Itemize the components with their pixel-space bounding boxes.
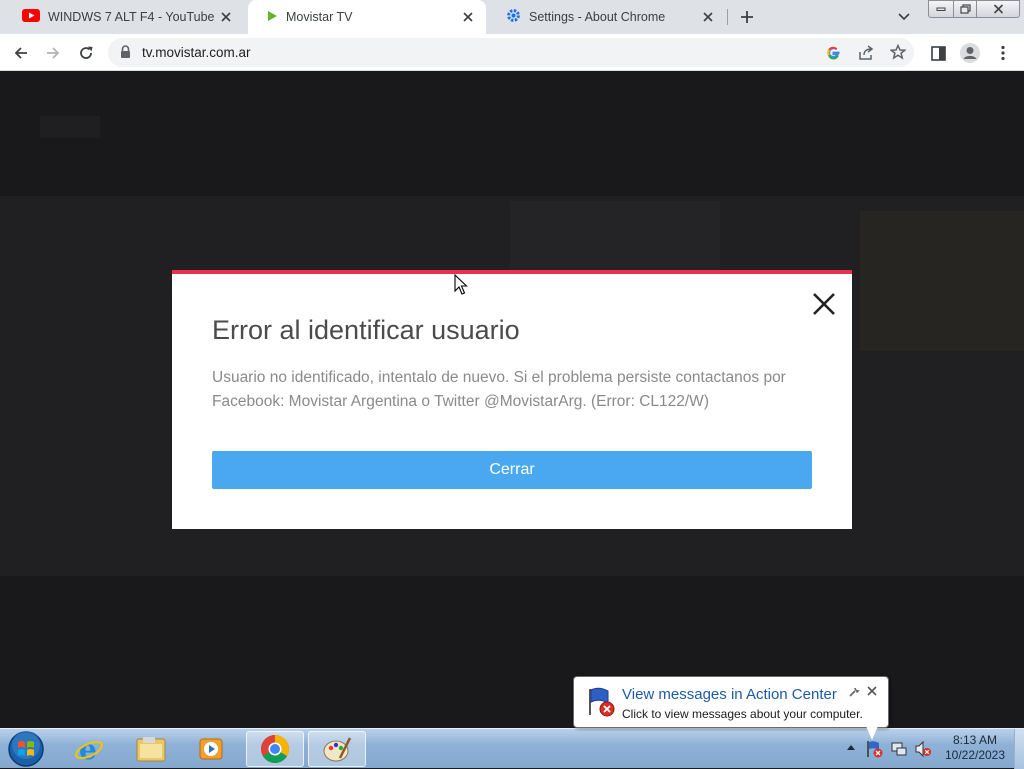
action-center-notification[interactable]: View messages in Action Center Click to … <box>573 676 889 728</box>
page-viewport: Error al identificar usuario Usuario no … <box>0 71 1024 728</box>
minimize-button[interactable] <box>928 0 954 18</box>
svg-text:e: e <box>79 734 97 764</box>
mouse-cursor-icon <box>454 274 468 295</box>
tab-close-icon[interactable] <box>460 9 476 25</box>
side-panel-button[interactable] <box>925 40 951 66</box>
notification-text: Click to view messages about your comput… <box>622 707 863 721</box>
tab-title: Settings - About Chrome <box>529 10 666 24</box>
youtube-icon <box>22 9 40 25</box>
url-text: tv.movistar.com.ar <box>142 45 251 60</box>
close-window-button[interactable] <box>976 0 1020 18</box>
restore-button[interactable] <box>953 0 977 18</box>
play-icon <box>266 10 278 25</box>
bookmark-star-icon[interactable] <box>889 43 907 65</box>
notification-tail <box>866 726 878 740</box>
back-button[interactable] <box>8 40 34 66</box>
network-icon[interactable] <box>890 740 908 758</box>
dialog-message: Usuario no identificado, intentalo de nu… <box>212 369 786 410</box>
menu-kebab-icon[interactable] <box>990 40 1016 66</box>
media-player-icon[interactable] <box>182 731 240 767</box>
tab-youtube[interactable]: WINDWS 7 ALT F4 - YouTube <box>4 0 244 34</box>
tab-movistar[interactable]: Movistar TV <box>248 0 486 34</box>
tab-close-icon[interactable] <box>700 9 716 25</box>
show-hidden-icons-icon[interactable] <box>846 743 856 751</box>
profile-avatar-icon[interactable] <box>957 40 983 66</box>
forward-button[interactable] <box>40 40 66 66</box>
chrome-icon[interactable] <box>246 731 304 767</box>
dialog-title: Error al identificar usuario <box>212 315 520 345</box>
dimmed-background <box>860 211 1024 351</box>
share-icon[interactable] <box>858 45 874 66</box>
tab-title: Movistar TV <box>286 10 353 24</box>
clock-time: 8:13 AM <box>952 733 998 747</box>
browser-toolbar: tv.movistar.com.ar <box>0 34 1024 71</box>
internet-explorer-icon[interactable]: e <box>60 731 118 767</box>
action-center-flag-icon <box>589 687 615 717</box>
notification-title[interactable]: View messages in Action Center <box>622 686 837 703</box>
volume-muted-icon[interactable] <box>914 740 932 758</box>
wrench-icon[interactable] <box>848 686 860 698</box>
show-desktop-button[interactable] <box>1014 729 1024 769</box>
start-button[interactable] <box>6 730 46 768</box>
clock-date: 10/22/2023 <box>944 748 1006 762</box>
action-center-flag-icon[interactable] <box>866 739 884 759</box>
lock-icon <box>120 45 131 64</box>
google-lens-icon[interactable] <box>826 45 841 65</box>
tab-settings[interactable]: Settings - About Chrome <box>488 0 726 34</box>
tab-title: WINDWS 7 ALT F4 - YouTube <box>48 10 215 24</box>
file-explorer-icon[interactable] <box>122 731 180 767</box>
address-bar[interactable]: tv.movistar.com.ar <box>108 38 914 67</box>
clock[interactable]: 8:13 AM 10/22/2023 <box>940 733 1010 763</box>
tab-search-chevron-icon[interactable] <box>895 8 913 26</box>
tab-close-icon[interactable] <box>218 9 234 25</box>
tab-strip: WINDWS 7 ALT F4 - YouTube Movistar TV Se… <box>0 0 1024 34</box>
gear-icon <box>506 8 521 26</box>
reload-button[interactable] <box>73 40 99 66</box>
tab-separator <box>727 9 728 25</box>
close-icon[interactable] <box>866 685 878 697</box>
new-tab-button[interactable] <box>736 6 758 28</box>
paint-icon[interactable] <box>308 731 366 767</box>
dimmed-background <box>40 116 100 138</box>
error-dialog: Error al identificar usuario Usuario no … <box>172 270 852 529</box>
close-dialog-button[interactable]: Cerrar <box>212 451 812 489</box>
close-icon[interactable] <box>810 290 838 318</box>
